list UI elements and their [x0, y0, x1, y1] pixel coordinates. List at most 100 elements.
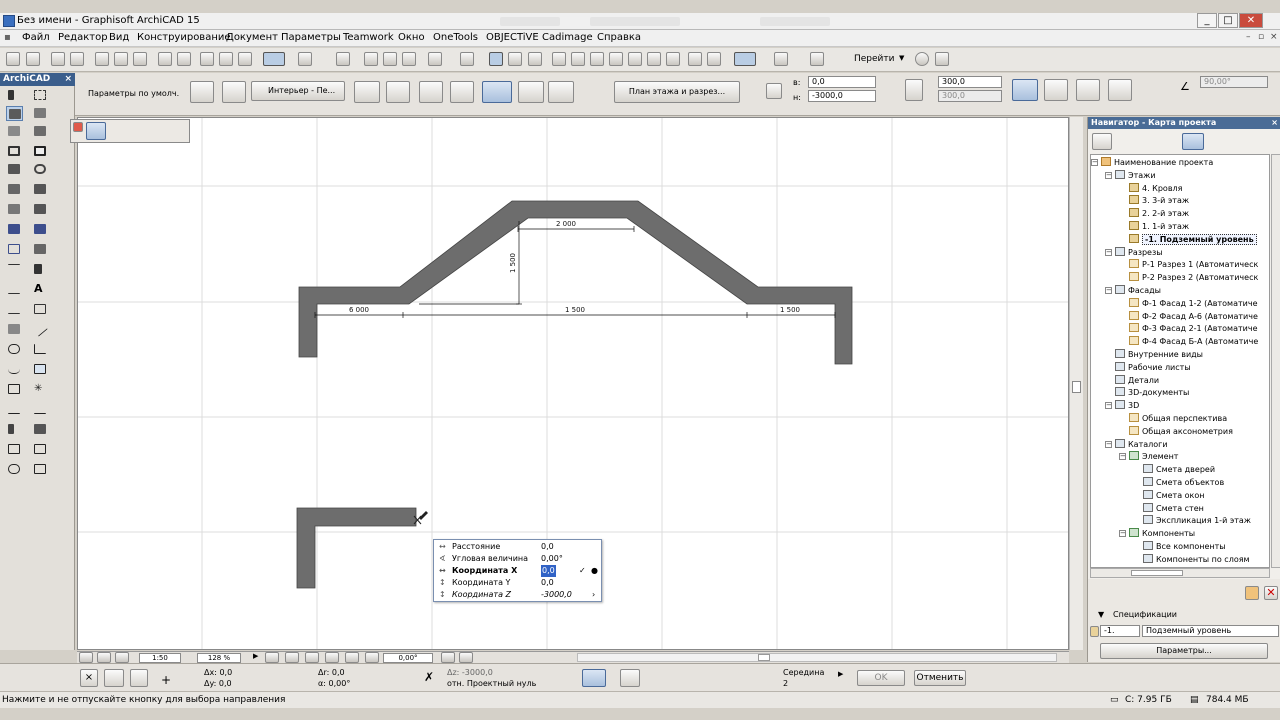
- tree-item[interactable]: Общая перспектива: [1129, 413, 1227, 425]
- menu-options[interactable]: Параметры: [281, 32, 341, 43]
- adjust-icon[interactable]: [666, 52, 680, 66]
- column-tool-icon[interactable]: [32, 106, 49, 121]
- roof-tool-icon[interactable]: [32, 182, 49, 197]
- tree-expand-toggle-icon[interactable]: −: [1105, 171, 1112, 179]
- wall-ends-icon[interactable]: [707, 52, 721, 66]
- toolbox-close-icon[interactable]: ×: [64, 73, 72, 86]
- group-icon[interactable]: [364, 52, 378, 66]
- spline-tool-icon[interactable]: [6, 362, 23, 377]
- accept-check-icon[interactable]: ✓: [579, 565, 586, 577]
- tracker-value[interactable]: -3000,0: [541, 589, 572, 601]
- text-tool-icon[interactable]: A: [32, 282, 49, 297]
- layout-icon[interactable]: [810, 52, 824, 66]
- tree-vertical-scrollbar[interactable]: [1271, 154, 1280, 568]
- skylight-tool-icon[interactable]: [32, 202, 49, 217]
- drag-icon[interactable]: [590, 52, 604, 66]
- chain-wall-button[interactable]: [518, 81, 544, 103]
- tree-item[interactable]: Фасады: [1115, 285, 1161, 297]
- tracker-value[interactable]: 0,0: [541, 577, 554, 589]
- redo-icon[interactable]: [177, 52, 191, 66]
- double-slanted-button[interactable]: [1076, 79, 1100, 101]
- midpoint-snap-icon[interactable]: [760, 669, 780, 687]
- line-tool-icon[interactable]: [32, 321, 49, 337]
- menu-view[interactable]: Вид: [109, 32, 129, 43]
- geometry-method-button[interactable]: [222, 81, 246, 103]
- object-tool-icon[interactable]: [6, 162, 23, 177]
- minimize-button[interactable]: _: [1197, 13, 1217, 28]
- coordinate-tracker[interactable]: ↔ Расстояние 0,0 ∢ Угловая величина 0,00° ↔ К…: [433, 539, 602, 602]
- view-angle-field[interactable]: 0,00°: [383, 653, 433, 663]
- slab-tool-icon[interactable]: [32, 124, 49, 139]
- freehand-segment-icon[interactable]: [170, 122, 190, 140]
- lock-dot-icon[interactable]: ●: [591, 565, 598, 577]
- cancel-input-icon[interactable]: ×: [80, 669, 98, 687]
- magic-wand-icon[interactable]: [200, 52, 214, 66]
- stair-tool-icon[interactable]: [6, 182, 23, 197]
- hscroll-thumb[interactable]: [758, 654, 770, 661]
- wall-lower[interactable]: [296, 507, 417, 589]
- spec-name-field[interactable]: Подземный уровень: [1142, 625, 1279, 637]
- view-next-icon[interactable]: [459, 652, 473, 663]
- publisher-tab-icon[interactable]: [1258, 133, 1278, 150]
- door-tool-icon[interactable]: [32, 144, 49, 159]
- tree-item[interactable]: Компоненты: [1129, 528, 1195, 540]
- copy-icon[interactable]: [114, 52, 128, 66]
- tree-item[interactable]: Детали: [1115, 374, 1159, 387]
- inject-icon[interactable]: [238, 52, 252, 66]
- project-tree[interactable]: Наименование проекта − Этажи −4. Кровля 3. 3…: [1090, 154, 1270, 568]
- new-file-icon[interactable]: [6, 52, 20, 66]
- layout-book-tab-icon[interactable]: [1233, 133, 1253, 150]
- interior-tool-icon[interactable]: [6, 422, 23, 437]
- zoom-fit-icon[interactable]: [305, 652, 319, 663]
- navigator-delete-icon[interactable]: ✕: [1264, 586, 1278, 600]
- navigator-folder-icon[interactable]: [1245, 586, 1259, 600]
- window-tool-icon[interactable]: [6, 144, 23, 159]
- palette-close-icon[interactable]: [73, 122, 83, 132]
- camera-tool-icon[interactable]: [6, 462, 23, 477]
- doc-close-icon[interactable]: ×: [1270, 32, 1278, 42]
- tree-expand-toggle-icon[interactable]: −: [1105, 287, 1112, 294]
- tree-item[interactable]: Ф-1 Фасад 1-2 (Автоматиче: [1129, 297, 1258, 310]
- ungroup-icon[interactable]: [383, 52, 397, 66]
- snap-lines-icon[interactable]: [620, 669, 640, 687]
- tree-hscroll-thumb[interactable]: [1131, 570, 1183, 576]
- lamp-tool-icon[interactable]: [32, 162, 49, 177]
- save-icon[interactable]: [51, 52, 65, 66]
- gravity-icon[interactable]: [263, 52, 285, 66]
- elevation-dim-tool-icon[interactable]: [6, 282, 23, 297]
- dimension-tool-icon[interactable]: [6, 262, 23, 277]
- tree-item[interactable]: Общая аксонометрия: [1129, 425, 1233, 438]
- scale-field[interactable]: 1:50: [139, 653, 181, 663]
- doc-restore-icon[interactable]: ▫: [1258, 32, 1264, 42]
- cut-icon[interactable]: [95, 52, 109, 66]
- top-offset-field[interactable]: 0,0: [808, 76, 876, 88]
- tree-item[interactable]: Ф-4 Фасад Б-А (Автоматиче: [1129, 336, 1258, 348]
- parallel-icon[interactable]: [650, 669, 670, 687]
- tree-expand-toggle-icon[interactable]: −: [1105, 248, 1112, 256]
- canvas-vertical-scrollbar[interactable]: [1069, 117, 1083, 650]
- arc-segment-icon[interactable]: [108, 122, 128, 140]
- stretch-icon[interactable]: [609, 52, 623, 66]
- scroll-thumb[interactable]: [1072, 381, 1081, 393]
- guide-toggle-icon[interactable]: [582, 669, 606, 687]
- elevation-tool-icon[interactable]: [32, 402, 49, 417]
- reference-line-button[interactable]: [354, 81, 380, 103]
- orbit-icon[interactable]: [345, 652, 359, 663]
- delta-r[interactable]: Δr: 0,0: [318, 668, 345, 677]
- render-dropdown[interactable]: Интерьер - Пе...: [251, 81, 345, 101]
- wall-tool-icon[interactable]: [6, 106, 23, 121]
- menu-onetools[interactable]: OneTools: [433, 32, 478, 43]
- teamwork-icon[interactable]: [915, 52, 929, 66]
- tree-item[interactable]: Все компоненты: [1143, 541, 1226, 553]
- polygon-wall-button[interactable]: [1108, 79, 1132, 101]
- arrow-tool-icon[interactable]: [6, 88, 23, 103]
- tree-item[interactable]: 4. Кровля: [1129, 182, 1182, 195]
- tree-item[interactable]: Смета стен: [1143, 502, 1204, 515]
- tree-item[interactable]: Этажи: [1115, 169, 1156, 182]
- shell-tool-icon[interactable]: [6, 202, 23, 217]
- tree-item[interactable]: Экспликация 1-й этаж: [1143, 515, 1251, 527]
- fit-icon[interactable]: [115, 652, 129, 663]
- tree-item[interactable]: Смета дверей: [1143, 464, 1215, 476]
- vertical-wall-button[interactable]: [1012, 79, 1038, 101]
- tree-item[interactable]: Рабочие листы: [1115, 361, 1191, 374]
